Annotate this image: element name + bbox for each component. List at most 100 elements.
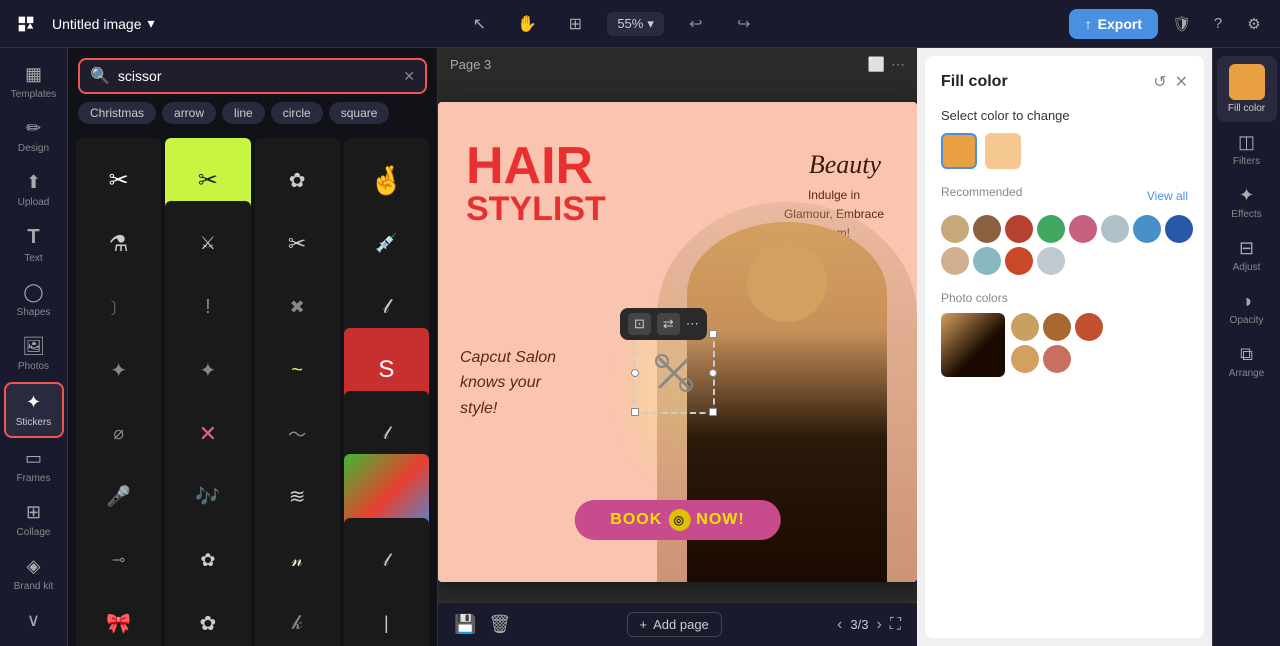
- text-icon: T: [27, 226, 39, 249]
- sidebar-bottom: ◈ Brand kit ∨: [4, 548, 64, 639]
- add-page-icon: +: [640, 617, 648, 632]
- photos-icon: 🖼: [22, 336, 45, 357]
- sticker-item[interactable]: 🎀: [76, 581, 161, 646]
- photo-color-3[interactable]: [1075, 313, 1103, 341]
- tag-square[interactable]: square: [329, 102, 390, 124]
- sidebar-item-collage[interactable]: ⊞ Collage: [4, 494, 64, 546]
- tag-line[interactable]: line: [222, 102, 265, 124]
- title-dropdown-icon[interactable]: ▾: [148, 15, 155, 32]
- add-page-button[interactable]: + Add page: [627, 612, 722, 637]
- rec-color-7[interactable]: [1133, 215, 1161, 243]
- sidebar-label-design: Design: [18, 143, 49, 154]
- rec-color-1[interactable]: [941, 215, 969, 243]
- rec-color-2[interactable]: [973, 215, 1001, 243]
- search-box[interactable]: 🔍 ✕: [78, 58, 427, 94]
- right-strip-effects[interactable]: ✦ Effects: [1217, 177, 1277, 228]
- view-all-button[interactable]: View all: [1147, 189, 1188, 203]
- photo-color-grid: [1011, 313, 1103, 377]
- rec-color-6[interactable]: [1101, 215, 1129, 243]
- rec-color-5[interactable]: [1069, 215, 1097, 243]
- select-color-swatches: [941, 133, 1188, 169]
- topbar-utility-icons: 🛡 ? ⚙: [1168, 10, 1268, 38]
- stickers-panel: 🔍 ✕ Christmas arrow line circle square ✂…: [68, 48, 438, 646]
- hand-tool[interactable]: ✋: [511, 8, 543, 40]
- fill-color-header: Fill color ↺ ✕: [941, 72, 1188, 92]
- rec-color-12[interactable]: [1037, 247, 1065, 275]
- canvas-book-btn[interactable]: BOOK ◎ NOW!: [574, 500, 780, 540]
- sidebar-label-frames: Frames: [17, 473, 51, 484]
- app-logo[interactable]: [12, 10, 40, 38]
- photo-color-5[interactable]: [1043, 345, 1071, 373]
- photo-color-2[interactable]: [1043, 313, 1071, 341]
- sticker-more-tool[interactable]: ⋯: [686, 316, 699, 332]
- undo-button[interactable]: ↩: [680, 8, 712, 40]
- design-icon: ✏: [26, 118, 41, 139]
- page-expand-icon[interactable]: ⬜: [868, 56, 885, 73]
- select-tool[interactable]: ↖: [463, 8, 495, 40]
- sidebar-item-text[interactable]: T Text: [4, 218, 64, 272]
- sidebar-item-frames[interactable]: ▭ Frames: [4, 440, 64, 492]
- sticker-item[interactable]: 𝓀: [255, 581, 340, 646]
- document-title-area[interactable]: Untitled image ▾: [52, 15, 155, 32]
- settings-icon[interactable]: ⚙: [1240, 10, 1268, 38]
- sticker-item[interactable]: ✿: [165, 581, 250, 646]
- right-strip-opacity[interactable]: ◑ Opacity: [1217, 283, 1277, 334]
- shield-icon[interactable]: 🛡: [1168, 10, 1196, 38]
- color-swatch-primary[interactable]: [941, 133, 977, 169]
- rec-color-11[interactable]: [1005, 247, 1033, 275]
- help-icon[interactable]: ?: [1204, 10, 1232, 38]
- sidebar-item-design[interactable]: ✏ Design: [4, 110, 64, 162]
- tag-arrow[interactable]: arrow: [162, 102, 216, 124]
- sticker-item[interactable]: |: [344, 581, 429, 646]
- rec-color-10[interactable]: [973, 247, 1001, 275]
- save-icon[interactable]: 💾: [454, 614, 476, 635]
- canvas-frame[interactable]: HAIR STYLIST Beauty Indulge inGlamour, E…: [438, 102, 917, 582]
- fill-color-close-icon[interactable]: ✕: [1175, 72, 1188, 92]
- photo-color-1[interactable]: [1011, 313, 1039, 341]
- right-strip-fill-color[interactable]: Fill color: [1217, 56, 1277, 122]
- rec-color-9[interactable]: [941, 247, 969, 275]
- sticker-flip-tool[interactable]: ⇄: [657, 313, 680, 335]
- sidebar-item-collapse[interactable]: ∨: [4, 602, 64, 639]
- page-more-icon[interactable]: ⋯: [891, 56, 905, 73]
- rec-color-8[interactable]: [1165, 215, 1193, 243]
- sticker-selected[interactable]: [633, 332, 715, 414]
- page-bar: Page 3 ⬜ ⋯: [438, 48, 917, 81]
- right-strip-adjust[interactable]: ⊟ Adjust: [1217, 230, 1277, 281]
- clear-search-icon[interactable]: ✕: [403, 68, 415, 85]
- layout-tool[interactable]: ⊞: [559, 8, 591, 40]
- sidebar-label-photos: Photos: [18, 361, 49, 372]
- sidebar-item-brand[interactable]: ◈ Brand kit: [4, 548, 64, 600]
- redo-button[interactable]: ↪: [728, 8, 760, 40]
- color-swatch-secondary[interactable]: [985, 133, 1021, 169]
- page-label: Page 3: [450, 57, 491, 72]
- search-input[interactable]: [118, 68, 395, 84]
- tag-circle[interactable]: circle: [271, 102, 323, 124]
- sticker-crop-tool[interactable]: ⊡: [628, 313, 651, 335]
- next-page-button[interactable]: ›: [876, 616, 881, 634]
- sidebar-item-shapes[interactable]: ◯ Shapes: [4, 274, 64, 326]
- right-strip-filters-label: Filters: [1233, 156, 1260, 167]
- right-strip-arrange[interactable]: ⧉ Arrange: [1217, 336, 1277, 387]
- delete-icon[interactable]: 🗑: [488, 614, 511, 635]
- sidebar-item-stickers[interactable]: ✦ Stickers: [4, 382, 64, 438]
- right-strip-filters[interactable]: ◫ Filters: [1217, 124, 1277, 175]
- recommended-label: Recommended: [941, 185, 1022, 199]
- sidebar-item-upload[interactable]: ⬆ Upload: [4, 164, 64, 216]
- fill-color-refresh-icon[interactable]: ↺: [1153, 72, 1166, 92]
- zoom-level: 55%: [617, 16, 643, 31]
- canvas-stylist-text: STYLIST: [466, 192, 606, 226]
- photo-color-4[interactable]: [1011, 345, 1039, 373]
- canvas-wrapper[interactable]: HAIR STYLIST Beauty Indulge inGlamour, E…: [438, 81, 917, 602]
- sidebar-item-photos[interactable]: 🖼 Photos: [4, 328, 64, 380]
- rec-color-4[interactable]: [1037, 215, 1065, 243]
- rec-color-3[interactable]: [1005, 215, 1033, 243]
- tag-christmas[interactable]: Christmas: [78, 102, 156, 124]
- sticker-toolbar: ⊡ ⇄ ⋯: [620, 308, 707, 340]
- frames-icon: ▭: [25, 448, 42, 469]
- prev-page-button[interactable]: ‹: [837, 616, 842, 634]
- zoom-control[interactable]: 55% ▾: [607, 12, 664, 36]
- fullscreen-button[interactable]: ⛶: [890, 616, 901, 634]
- export-button[interactable]: ↑ Export: [1069, 9, 1158, 39]
- sidebar-item-templates[interactable]: ▦ Templates: [4, 56, 64, 108]
